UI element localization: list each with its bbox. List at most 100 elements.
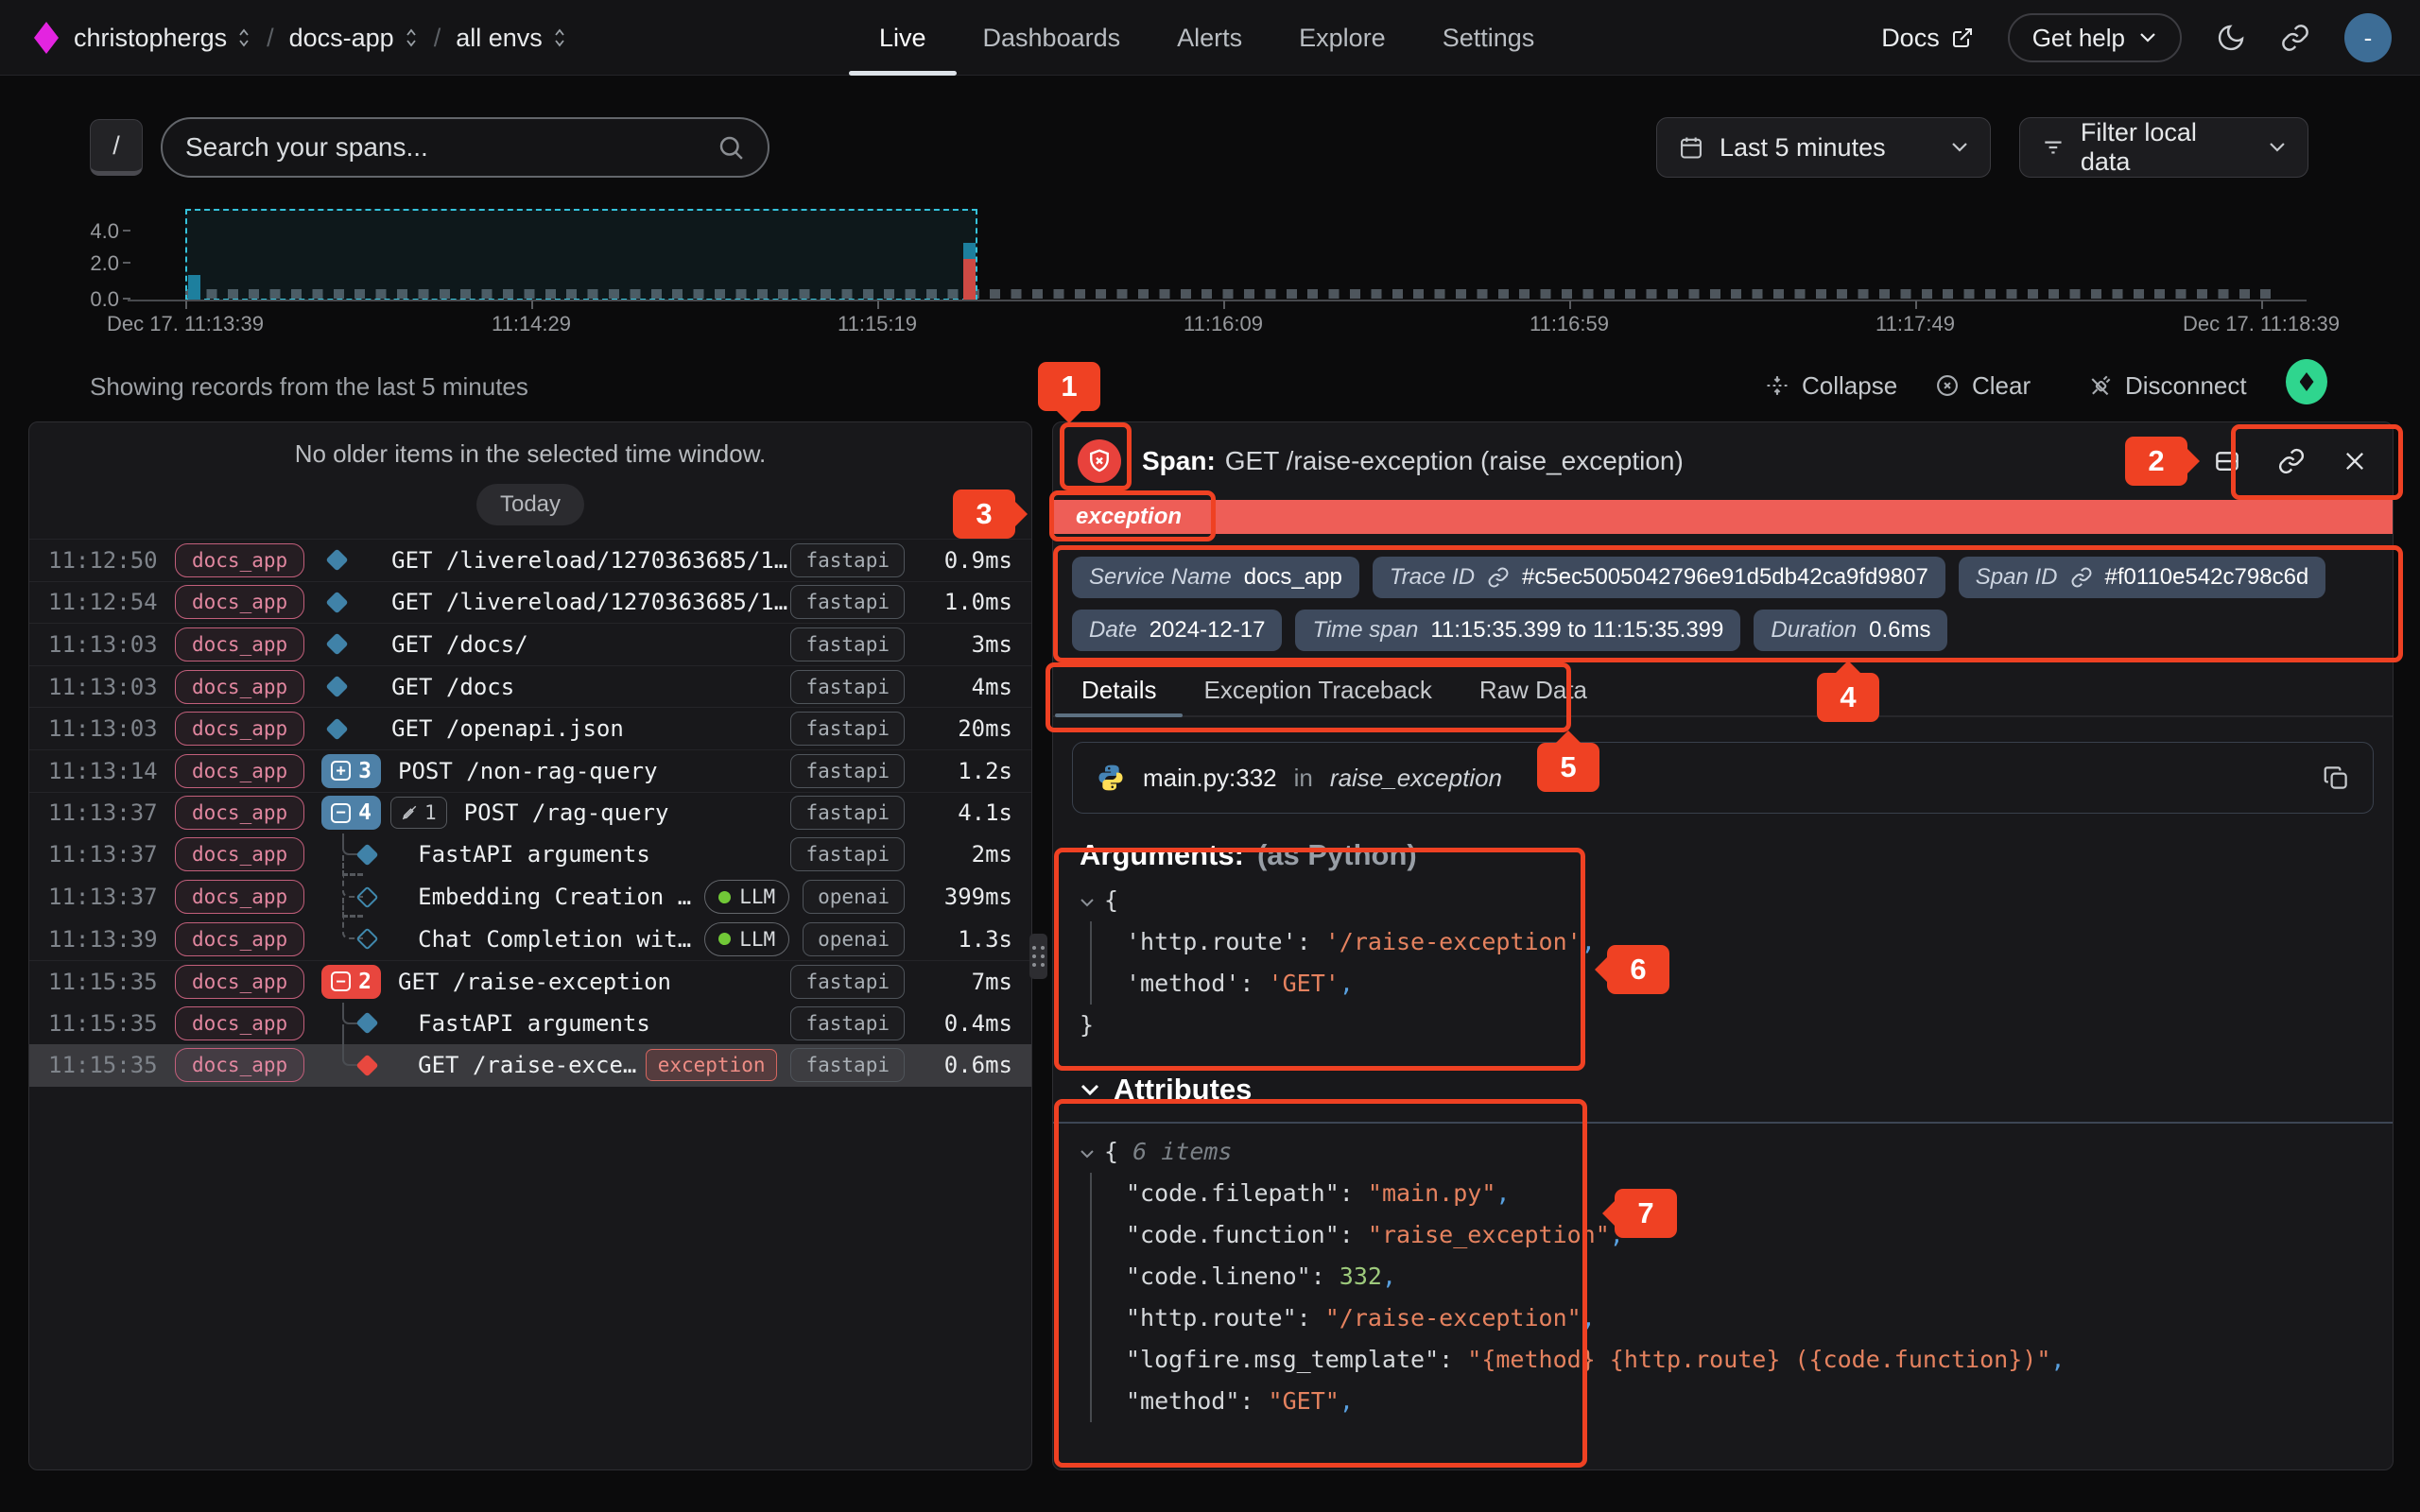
span-duration: 0.9ms	[918, 547, 1012, 574]
time-range-button[interactable]: Last 5 minutes	[1656, 117, 1991, 178]
breadcrumb-env[interactable]: all envs	[456, 24, 567, 53]
span-name: GET /docs/	[391, 631, 528, 658]
span-row[interactable]: 11:13:03 docs_app GET /openapi.json fast…	[29, 707, 1031, 749]
scope-badge: fastapi	[790, 837, 905, 871]
x-axis-line	[128, 300, 2307, 301]
live-indicator[interactable]	[2286, 359, 2327, 404]
time-selection-region[interactable]	[185, 209, 977, 301]
llm-badge: LLM	[704, 922, 789, 956]
collapse-chevron-icon[interactable]	[1080, 1149, 1095, 1160]
scope-badge: fastapi	[790, 754, 905, 788]
service-badge: docs_app	[175, 712, 304, 746]
span-row[interactable]: 11:12:54 docs_app GET /livereload/127036…	[29, 581, 1031, 624]
collapse-label: Collapse	[1802, 371, 1897, 401]
top-nav: christophergs / docs-app / all envs Live…	[0, 0, 2420, 76]
chevron-updown-icon	[552, 26, 567, 49]
code-function: raise_exception	[1330, 764, 1502, 793]
link-icon[interactable]	[2277, 447, 2306, 475]
clear-button[interactable]: Clear	[1934, 367, 2031, 404]
service-badge: docs_app	[175, 585, 304, 619]
span-row-selected[interactable]: 11:15:35 docs_app GET /raise-exception ……	[29, 1044, 1031, 1087]
hidden-spans-badge[interactable]: 1	[390, 797, 447, 829]
x-tick-mark	[1223, 301, 1225, 309]
logfire-logo-icon[interactable]	[34, 22, 59, 54]
disconnect-button[interactable]: Disconnect	[2087, 367, 2247, 404]
tab-live[interactable]: Live	[879, 0, 926, 76]
pin-off-icon	[401, 804, 418, 821]
scope-badge: openai	[803, 880, 905, 914]
tab-explore[interactable]: Explore	[1299, 0, 1386, 76]
breadcrumb-org[interactable]: christophergs	[74, 24, 251, 53]
attributes-code: { 6 items "code.filepath": "main.py", "c…	[1080, 1131, 2366, 1422]
panel-layout-icon[interactable]	[2213, 447, 2241, 475]
span-diamond-icon	[326, 717, 349, 740]
span-time: 11:12:50	[48, 547, 175, 574]
span-row[interactable]: 11:13:37 docs_app FastAPI arguments fast…	[29, 833, 1031, 876]
dark-mode-toggle[interactable]	[2216, 23, 2246, 53]
trace-id-pill[interactable]: Trace ID#c5ec5005042796e91d5db42ca9fd980…	[1373, 557, 1945, 598]
nav-tabs: Live Dashboards Alerts Explore Settings	[879, 0, 1534, 76]
panel-resize-handle[interactable]	[1029, 934, 1047, 979]
collapse-count-badge[interactable]: −4	[321, 796, 381, 830]
collapse-icon	[1764, 372, 1790, 399]
span-row[interactable]: 11:13:37 docs_app −4 1 POST /rag-query f…	[29, 792, 1031, 834]
filter-local-data-button[interactable]: Filter local data	[2019, 117, 2308, 178]
tab-raw-data[interactable]: Raw Data	[1479, 664, 1587, 715]
collapse-count-badge-error[interactable]: −2	[321, 965, 381, 999]
duration-pill: Duration0.6ms	[1754, 610, 1947, 651]
expand-count-badge[interactable]: +3	[321, 754, 381, 788]
copy-button[interactable]	[2322, 764, 2350, 792]
x-tick-mark	[1569, 301, 1571, 309]
span-name: Chat Completion with '…	[418, 926, 704, 953]
collapse-chevron-icon[interactable]	[1080, 898, 1095, 908]
attributes-title[interactable]: Attributes	[1080, 1073, 2366, 1107]
time-span-pill: Time span11:15:35.399 to 11:15:35.399	[1295, 610, 1740, 651]
span-row[interactable]: 11:15:35 docs_app FastAPI arguments fast…	[29, 1003, 1031, 1045]
detail-title-label: Span:	[1142, 446, 1216, 475]
span-time: 11:15:35	[48, 969, 175, 995]
search-input[interactable]	[185, 132, 717, 163]
today-button[interactable]: Today	[476, 484, 584, 525]
scope-badge: fastapi	[790, 670, 905, 704]
breadcrumb-org-label: christophergs	[74, 24, 227, 53]
child-count: 3	[358, 759, 372, 783]
x-tick-mark	[185, 301, 187, 309]
x-axis-tick: Dec 17. 11:18:39	[2183, 312, 2340, 336]
span-row[interactable]: 11:13:39 docs_app Chat Completion with '…	[29, 918, 1031, 960]
tab-details[interactable]: Details	[1081, 664, 1156, 715]
tab-alerts[interactable]: Alerts	[1177, 0, 1242, 76]
code-location-card: main.py:332 in raise_exception	[1072, 742, 2374, 814]
arguments-mode: (as Python)	[1257, 838, 1417, 872]
span-name: GET /livereload/1270363685/1270…	[391, 547, 790, 574]
docs-link[interactable]: Docs	[1881, 24, 1974, 53]
span-id-pill[interactable]: Span ID#f0110e542c798c6d	[1959, 557, 2325, 598]
scope-badge: fastapi	[790, 712, 905, 746]
span-row[interactable]: 11:13:37 docs_app Embedding Creation wit…	[29, 876, 1031, 919]
span-row[interactable]: 11:15:35 docs_app −2 GET /raise-exceptio…	[29, 960, 1031, 1003]
span-row[interactable]: 11:13:03 docs_app GET /docs/ fastapi3ms	[29, 623, 1031, 665]
get-help-button[interactable]: Get help	[2008, 13, 2182, 62]
disconnect-label: Disconnect	[2125, 371, 2247, 401]
span-row[interactable]: 11:13:03 docs_app GET /docs fastapi4ms	[29, 665, 1031, 708]
tab-exception-traceback[interactable]: Exception Traceback	[1203, 664, 1431, 715]
llm-dot-icon	[718, 933, 731, 945]
span-row[interactable]: 11:13:14 docs_app +3 POST /non-rag-query…	[29, 749, 1031, 792]
collapse-button[interactable]: Collapse	[1764, 367, 1897, 404]
breadcrumb-env-label: all envs	[456, 24, 543, 53]
showing-records-text: Showing records from the last 5 minutes	[90, 372, 528, 402]
span-row[interactable]: 11:12:50 docs_app GET /livereload/127036…	[29, 539, 1031, 581]
tab-settings[interactable]: Settings	[1443, 0, 1535, 76]
avatar[interactable]: -	[2344, 13, 2392, 62]
breadcrumb-project[interactable]: docs-app	[289, 24, 419, 53]
span-time: 11:12:54	[48, 589, 175, 615]
link-icon	[2280, 23, 2310, 53]
search-shortcut-key: /	[90, 119, 143, 176]
tab-dashboards[interactable]: Dashboards	[983, 0, 1121, 76]
breadcrumb: christophergs / docs-app / all envs	[34, 0, 567, 76]
y-axis-tick: 2.0	[78, 251, 119, 276]
nav-right-cluster: Docs Get help -	[1881, 0, 2392, 76]
share-link-button[interactable]	[2280, 23, 2310, 53]
y-tick-mark	[123, 230, 130, 232]
child-count: 4	[358, 800, 372, 825]
close-icon[interactable]	[2342, 448, 2368, 474]
